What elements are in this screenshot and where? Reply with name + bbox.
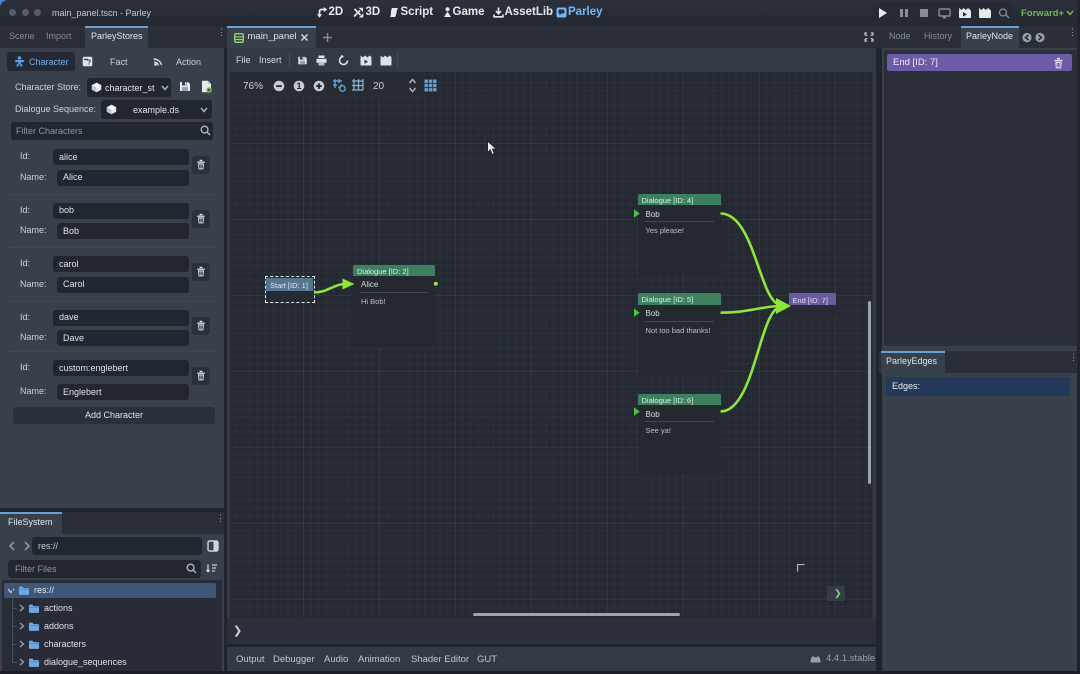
svg-text:1: 1 [296,81,301,91]
svg-text:?: ? [87,60,91,67]
